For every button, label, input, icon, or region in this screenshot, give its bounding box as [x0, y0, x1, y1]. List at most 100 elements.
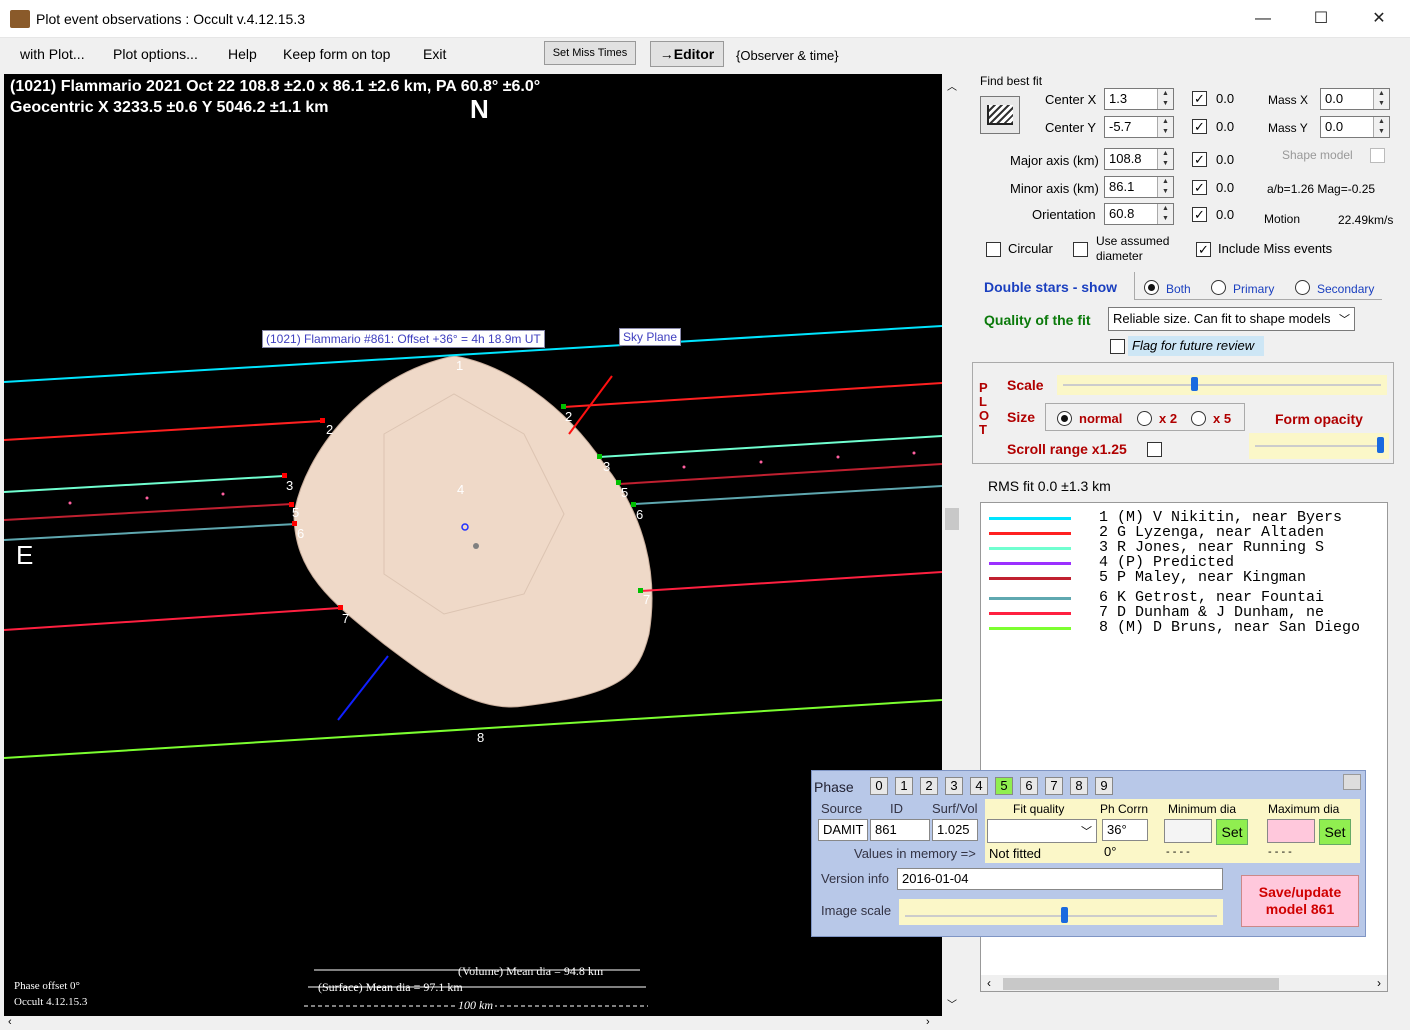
size-normal-label: normal — [1079, 411, 1123, 426]
chord-number: 1 — [456, 358, 464, 373]
spin-arrows-icon[interactable]: ▲ ▼ — [1157, 89, 1173, 109]
form-opacity-slider[interactable] — [1249, 433, 1389, 459]
phase-button-7[interactable]: 7 — [1045, 777, 1063, 795]
circular-checkbox[interactable] — [986, 242, 1001, 257]
phase-button-8[interactable]: 8 — [1070, 777, 1088, 795]
menu-keep-on-top[interactable]: Keep form on top — [283, 46, 390, 62]
size-x2-radio[interactable] — [1137, 411, 1152, 426]
slider-thumb[interactable] — [1377, 437, 1384, 453]
version-info-input[interactable]: 2016-01-04 — [897, 868, 1223, 890]
use-assumed-diameter-label: Use assumed diameter — [1096, 234, 1170, 263]
spin-arrows-icon[interactable]: ▲ ▼ — [1157, 117, 1173, 137]
close-button[interactable]: ✕ — [1350, 0, 1408, 38]
fit-orientation-checkbox[interactable]: ✓ — [1192, 207, 1207, 222]
spin-arrows-icon[interactable]: ▲ ▼ — [1157, 149, 1173, 169]
menu-exit[interactable]: Exit — [423, 46, 446, 62]
size-normal-radio[interactable] — [1057, 411, 1072, 426]
spin-arrows-icon[interactable]: ▲ ▼ — [1157, 177, 1173, 197]
list-item[interactable]: 5 P Maley, near Kingman — [981, 569, 1387, 586]
quality-select[interactable]: Reliable size. Can fit to shape models ﹀ — [1108, 307, 1355, 331]
major-axis-input[interactable]: 108.8 ▲ ▼ — [1104, 148, 1174, 170]
slider-thumb[interactable] — [1061, 907, 1068, 923]
surfvol-label: Surf/Vol — [932, 801, 978, 816]
spin-arrows-icon[interactable]: ▲ ▼ — [1157, 204, 1173, 224]
phase-offset-text: Phase offset 0° — [14, 980, 80, 992]
plot-canvas[interactable]: (1021) Flammario 2021 Oct 22 108.8 ±2.0 … — [4, 74, 942, 1016]
editor-button[interactable]: →Editor — [650, 41, 724, 67]
double-secondary-radio[interactable] — [1295, 280, 1310, 295]
fit-center-x-checkbox[interactable]: ✓ — [1192, 91, 1207, 106]
double-both-radio[interactable] — [1144, 280, 1159, 295]
shape-model-checkbox[interactable] — [1370, 148, 1385, 163]
center-x-label: Center X — [1045, 92, 1097, 107]
motion-label: Motion — [1264, 212, 1301, 226]
phase-button-1[interactable]: 1 — [895, 777, 913, 795]
scale-bar-label: 100 km — [456, 998, 495, 1013]
phase-button-2[interactable]: 2 — [920, 777, 938, 795]
min-dia-input[interactable] — [1164, 819, 1212, 843]
mass-x-input[interactable]: 0.0 ▲ ▼ — [1320, 88, 1390, 110]
size-x5-radio[interactable] — [1191, 411, 1206, 426]
scroll-thumb[interactable] — [1003, 978, 1279, 990]
scroll-left-icon[interactable]: ‹ — [8, 1016, 12, 1028]
phase-button-6[interactable]: 6 — [1020, 777, 1038, 795]
image-scale-slider[interactable] — [899, 899, 1223, 925]
observer-time-button[interactable]: {Observer & time} — [736, 48, 839, 63]
title-bar: Plot event observations : Occult v.4.12.… — [0, 0, 1410, 38]
orientation-input[interactable]: 60.8 ▲ ▼ — [1104, 203, 1174, 225]
save-update-model-button[interactable]: Save/update model 861 — [1241, 875, 1359, 927]
slider-track — [1063, 384, 1381, 386]
minimize-button[interactable]: — — [1234, 0, 1292, 38]
max-dia-set-button[interactable]: Set — [1319, 819, 1351, 845]
scroll-range-checkbox[interactable] — [1147, 442, 1162, 457]
chord-line-8 — [4, 699, 942, 759]
fit-minor-checkbox[interactable]: ✓ — [1192, 180, 1207, 195]
spin-arrows-icon[interactable]: ▲ ▼ — [1373, 117, 1389, 137]
double-stars-label: Double stars - show — [984, 279, 1118, 295]
max-dia-input[interactable] — [1267, 819, 1315, 843]
scroll-right-icon[interactable]: › — [926, 1016, 930, 1028]
scroll-right-icon[interactable]: › — [1377, 976, 1381, 990]
legend-line-2 — [989, 532, 1071, 535]
shape-panel-close[interactable] — [1343, 774, 1361, 790]
phase-button-4[interactable]: 4 — [970, 777, 988, 795]
phase-button-5[interactable]: 5 — [995, 777, 1013, 795]
slider-thumb[interactable] — [1191, 377, 1198, 391]
include-miss-events-checkbox[interactable]: ✓ — [1196, 242, 1211, 257]
phase-button-9[interactable]: 9 — [1095, 777, 1113, 795]
plot-side-label: PLOT — [979, 380, 990, 437]
menu-help[interactable]: Help — [228, 46, 257, 62]
double-primary-radio[interactable] — [1211, 280, 1226, 295]
fit-quality-select[interactable]: ﹀ — [987, 819, 1097, 843]
chord-line-7a — [4, 607, 341, 631]
list-item[interactable]: 8 (M) D Bruns, near San Diego — [981, 619, 1387, 636]
scroll-thumb[interactable] — [945, 508, 959, 530]
menu-with-plot[interactable]: with Plot... — [20, 46, 85, 62]
spin-arrows-icon[interactable]: ▲ ▼ — [1373, 89, 1389, 109]
plot-horizontal-scrollbar[interactable]: ‹ › — [4, 1016, 942, 1030]
fit-center-y-checkbox[interactable]: ✓ — [1192, 119, 1207, 134]
minor-axis-input[interactable]: 86.1 ▲ ▼ — [1104, 176, 1174, 198]
center-x-input[interactable]: 1.3 ▲ ▼ — [1104, 88, 1174, 110]
scroll-up-icon[interactable]: ︿ — [947, 78, 957, 93]
mass-y-input[interactable]: 0.0 ▲ ▼ — [1320, 116, 1390, 138]
fit-major-checkbox[interactable]: ✓ — [1192, 152, 1207, 167]
ph-corrn-input[interactable]: 36° — [1102, 819, 1148, 841]
center-y-value: -5.7 — [1109, 119, 1132, 134]
center-y-input[interactable]: -5.7 ▲ ▼ — [1104, 116, 1174, 138]
maximize-button[interactable]: ☐ — [1292, 0, 1350, 38]
fit-major-step: 0.0 — [1216, 152, 1235, 167]
phase-button-3[interactable]: 3 — [945, 777, 963, 795]
set-miss-times-button[interactable]: Set Miss Times — [544, 41, 636, 65]
phase-button-0[interactable]: 0 — [870, 777, 888, 795]
scroll-down-icon[interactable]: ﹀ — [947, 996, 957, 1011]
flag-review-checkbox[interactable] — [1110, 339, 1125, 354]
scale-slider[interactable] — [1057, 375, 1387, 395]
find-best-fit-button[interactable] — [980, 96, 1020, 134]
min-dia-set-button[interactable]: Set — [1216, 819, 1248, 845]
menu-plot-options[interactable]: Plot options... — [113, 46, 198, 62]
chord-number: 7 — [342, 611, 350, 626]
use-assumed-diameter-checkbox[interactable] — [1073, 242, 1088, 257]
legend-hscroll[interactable]: ‹ › — [981, 975, 1387, 991]
scroll-left-icon[interactable]: ‹ — [987, 976, 991, 990]
